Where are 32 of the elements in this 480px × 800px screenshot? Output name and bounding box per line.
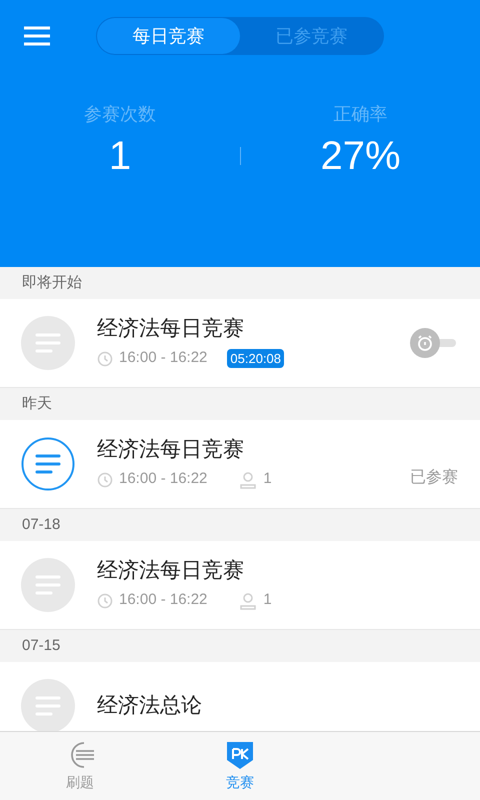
stat-value: 27% bbox=[320, 136, 401, 176]
clock-icon bbox=[97, 472, 113, 488]
stat-label: 参赛次数 bbox=[84, 103, 156, 126]
participant-count: 1 bbox=[263, 469, 272, 490]
contest-title: 经济法每日竞赛 bbox=[97, 437, 245, 464]
tab[interactable]: 每日竞赛 bbox=[97, 18, 240, 54]
time-range: 16:00 - 16:22 bbox=[119, 469, 208, 490]
person-icon bbox=[239, 592, 258, 610]
participant-count: 1 bbox=[263, 590, 272, 610]
nav-tab[interactable]: 竞赛 bbox=[160, 732, 320, 800]
time-range: 16:00 - 16:22 bbox=[119, 348, 208, 368]
section-heading: 昨天 bbox=[22, 394, 52, 414]
stat-value: 1 bbox=[108, 136, 132, 176]
countdown-badge: 05:20:08 bbox=[227, 348, 284, 368]
nav-tab[interactable]: 刷题 bbox=[0, 732, 160, 800]
person-icon bbox=[239, 470, 258, 489]
shield-icon bbox=[225, 740, 255, 770]
menu-icon[interactable] bbox=[24, 26, 50, 46]
clock-icon bbox=[97, 592, 113, 609]
alarm-clock-icon bbox=[416, 334, 434, 352]
section-heading: 07-18 bbox=[22, 514, 60, 535]
time-range: 16:00 - 16:22 bbox=[119, 590, 208, 610]
tab[interactable]: 已参竞赛 bbox=[240, 18, 383, 54]
section-heading: 07-15 bbox=[22, 636, 60, 656]
stat-label: 正确率 bbox=[334, 103, 388, 126]
section-heading: 即将开始 bbox=[22, 272, 82, 293]
alarm-toggle[interactable] bbox=[410, 328, 458, 358]
joined-status: 已参赛 bbox=[410, 468, 458, 488]
contest-title: 经济法每日竞赛 bbox=[97, 558, 245, 584]
clock-icon bbox=[97, 350, 113, 367]
contest-title: 经济法总论 bbox=[97, 692, 203, 719]
contest-title: 经济法每日竞赛 bbox=[97, 316, 245, 342]
